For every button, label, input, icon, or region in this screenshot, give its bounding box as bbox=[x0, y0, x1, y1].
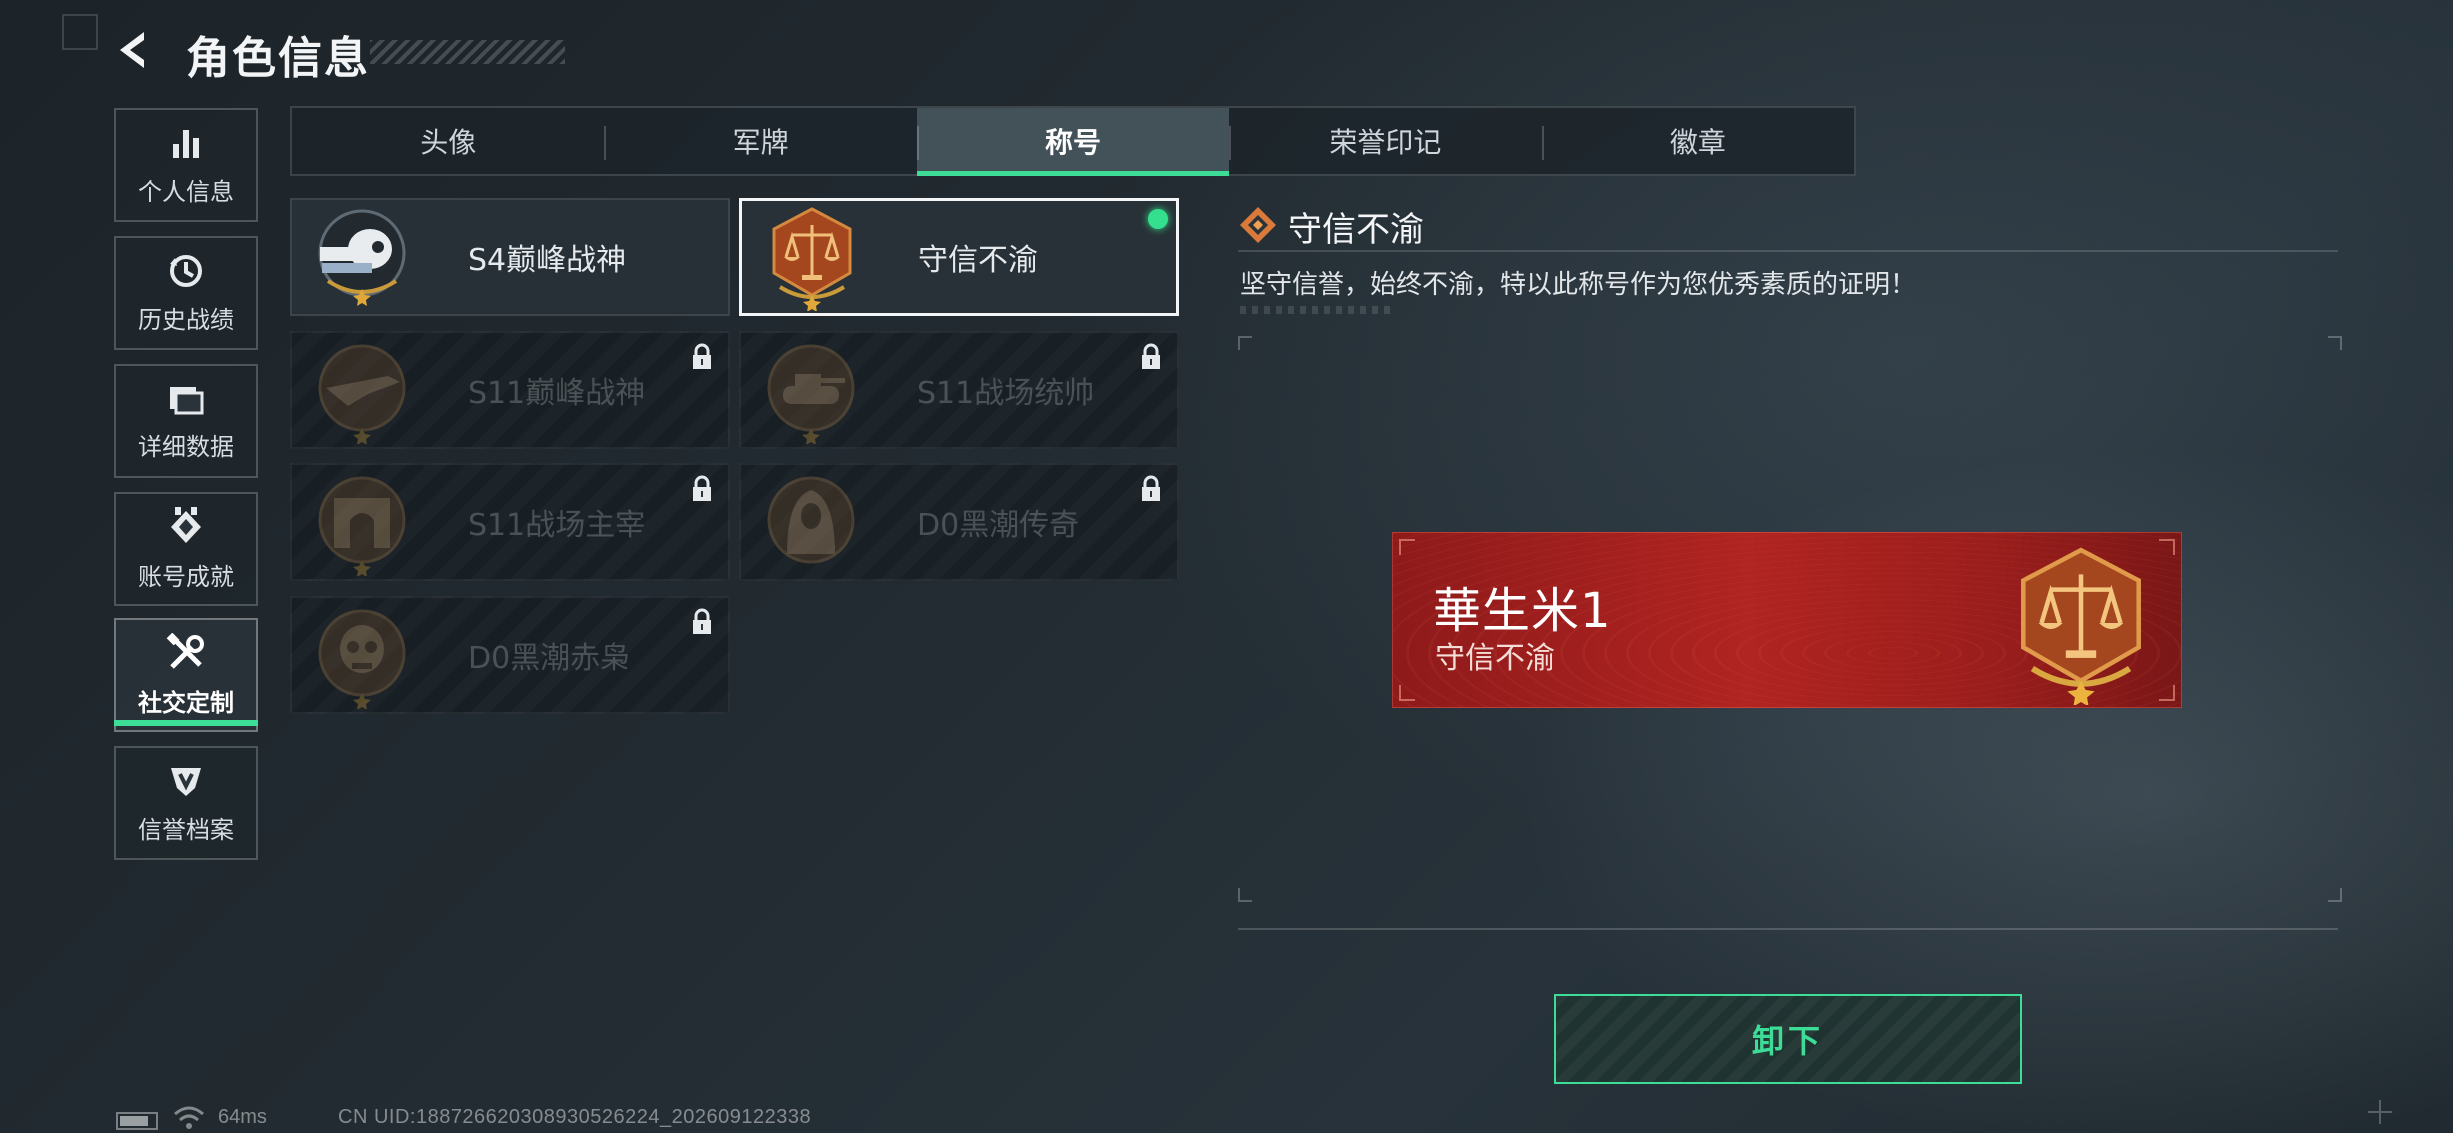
sidebar-item-label: 信誉档案 bbox=[138, 815, 234, 844]
ping-value: 64ms bbox=[218, 1106, 267, 1128]
sidebar-active-indicator bbox=[114, 720, 258, 726]
lock-icon bbox=[693, 343, 711, 369]
unequip-button[interactable]: 卸下 bbox=[1554, 994, 2022, 1084]
sidebar-item-detailed-data[interactable]: 详细数据 bbox=[114, 364, 258, 478]
uid-text: CN UID:18872662030893052622​4_2026091223… bbox=[338, 1106, 812, 1128]
sidebar-item-label: 社交定制 bbox=[138, 688, 234, 717]
page-title: 角色信息 bbox=[186, 33, 370, 84]
history-icon bbox=[170, 254, 202, 287]
arch-emblem-icon bbox=[318, 476, 406, 576]
equipped-title: 守信不渝 bbox=[1435, 641, 1555, 676]
sidebar-item-label: 账号成就 bbox=[138, 562, 234, 591]
title-name: D0黑潮传奇 bbox=[917, 508, 1080, 543]
lock-icon bbox=[693, 608, 711, 634]
diamond-title-icon bbox=[1240, 207, 1276, 243]
title-card-d0-black-tide-owl[interactable]: D0黑潮赤枭 bbox=[290, 596, 730, 714]
corner-frame bbox=[62, 14, 98, 50]
sidebar-item-social-customize[interactable]: 社交定制 bbox=[114, 618, 258, 732]
folder-icon bbox=[170, 386, 204, 414]
tab-dogtag[interactable]: 军牌 bbox=[604, 108, 916, 174]
tab-avatar[interactable]: 头像 bbox=[292, 108, 604, 174]
masked-skull-emblem-icon bbox=[318, 609, 406, 709]
wifi-icon bbox=[174, 1106, 204, 1129]
detail-description: 坚守信誉，始终不渝，特以此称号作为您优秀素质的证明！ bbox=[1240, 270, 1917, 300]
sidebar-item-achievements[interactable]: 账号成就 bbox=[114, 492, 258, 606]
sidebar-item-label: 个人信息 bbox=[138, 177, 234, 206]
lock-icon bbox=[693, 475, 711, 501]
back-arrow-icon bbox=[120, 32, 144, 68]
tab-badge[interactable]: 徽章 bbox=[1541, 108, 1854, 174]
title-decoration bbox=[370, 40, 565, 64]
aircraft-emblem-icon bbox=[318, 344, 406, 444]
divider bbox=[1238, 250, 2338, 252]
category-tabs: 头像 军牌 称号 荣誉印记 徽章 bbox=[290, 106, 1856, 176]
title-card-s11-peak-god[interactable]: S11巅峰战神 bbox=[290, 331, 730, 449]
title-name: S11巅峰战神 bbox=[468, 376, 646, 411]
title-card-keep-faith[interactable]: 守信不渝 bbox=[739, 198, 1179, 316]
lock-icon bbox=[1142, 475, 1160, 501]
credibility-icon bbox=[171, 767, 201, 796]
sidebar-item-credibility[interactable]: 信誉档案 bbox=[114, 746, 258, 860]
tab-title[interactable]: 称号 bbox=[916, 108, 1230, 176]
lock-icon bbox=[1142, 343, 1160, 369]
title-name: 守信不渝 bbox=[918, 243, 1038, 278]
title-name: D0黑潮赤枭 bbox=[468, 641, 631, 676]
title-card-d0-black-tide-legend[interactable]: D0黑潮传奇 bbox=[739, 463, 1179, 581]
hooded-figure-emblem-icon bbox=[767, 476, 855, 564]
scales-emblem-icon bbox=[772, 207, 852, 311]
sidebar-item-label: 历史战绩 bbox=[138, 305, 234, 334]
battery-icon bbox=[116, 1112, 158, 1130]
tab-honor-mark[interactable]: 荣誉印记 bbox=[1229, 108, 1541, 174]
divider bbox=[1238, 928, 2338, 930]
title-card-s4-peak-god[interactable]: S4巅峰战神 bbox=[290, 198, 730, 316]
title-card-s11-battlefield-ruler[interactable]: S11战场主宰 bbox=[290, 463, 730, 581]
sidebar-item-personal-info[interactable]: 个人信息 bbox=[114, 108, 258, 222]
decorative-text bbox=[1240, 306, 1395, 314]
title-name: S4巅峰战神 bbox=[468, 243, 627, 278]
sidebar-item-label: 详细数据 bbox=[138, 432, 234, 461]
bar-chart-icon bbox=[173, 129, 199, 158]
back-button[interactable] bbox=[112, 26, 160, 74]
tank-emblem-icon bbox=[767, 344, 855, 444]
scales-emblem-icon bbox=[2021, 547, 2141, 705]
skull-tank-emblem-icon bbox=[318, 209, 406, 306]
title-name: S11战场主宰 bbox=[468, 508, 646, 543]
tools-icon bbox=[166, 632, 204, 669]
sidebar-item-history[interactable]: 历史战绩 bbox=[114, 236, 258, 350]
title-name: S11战场统帅 bbox=[917, 376, 1095, 411]
nameplate-preview: 華生米1 守信不渝 bbox=[1392, 532, 2182, 708]
equipped-indicator bbox=[1148, 209, 1168, 229]
achievement-icon bbox=[171, 506, 201, 543]
corner-crosshair-icon bbox=[2368, 1100, 2392, 1124]
player-name: 華生米1 bbox=[1433, 583, 1612, 639]
detail-title: 守信不渝 bbox=[1288, 210, 1424, 250]
title-card-s11-battlefield-commander[interactable]: S11战场统帅 bbox=[739, 331, 1179, 449]
